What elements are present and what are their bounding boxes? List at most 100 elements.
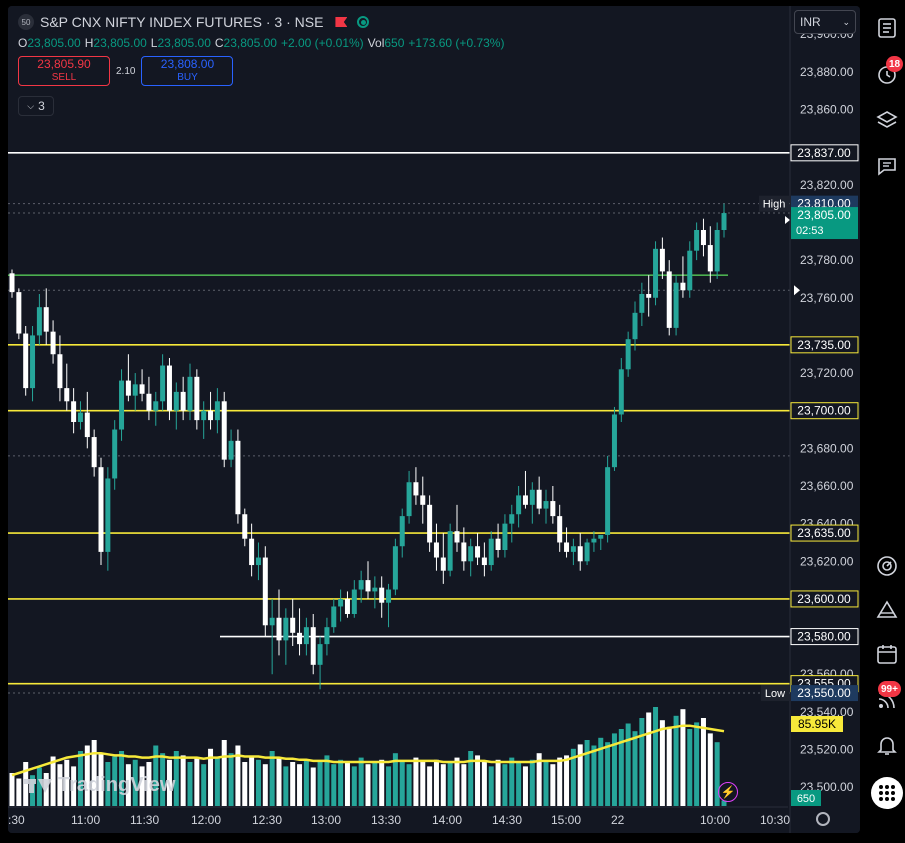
y-axis-tick-label: 23,660.00	[800, 479, 854, 493]
x-axis-tick-label: 15:00	[551, 813, 581, 827]
ohlc-key: Vol	[367, 36, 385, 50]
volume-bar	[687, 729, 693, 806]
level-price-label: 23,600.00	[797, 592, 851, 606]
candle-body	[488, 538, 494, 566]
candle-body	[351, 589, 357, 614]
ohlc-value: 23,805.00	[223, 36, 277, 50]
grid-icon	[879, 785, 895, 801]
candle-body	[625, 339, 631, 370]
y-axis-tick-label: 23,780.00	[800, 253, 854, 267]
bell-icon[interactable]	[875, 733, 899, 757]
volume-bar	[406, 764, 412, 806]
candle-body	[201, 410, 207, 421]
y-axis-tick-label: 23,520.00	[800, 743, 854, 757]
candle-body	[433, 542, 439, 558]
volume-bar	[707, 733, 713, 806]
volume-bar	[214, 756, 220, 806]
candle-body	[666, 271, 672, 328]
ohlc-item: H23,805.00	[85, 36, 147, 50]
list-icon[interactable]	[875, 16, 899, 40]
volume-bar	[297, 764, 303, 806]
y-axis-tick-label: 23,620.00	[800, 554, 854, 568]
x-axis-tick-label: 13:30	[371, 813, 401, 827]
lightning-icon[interactable]: ⚡	[718, 782, 738, 802]
volume-bar	[255, 759, 261, 806]
x-axis-tick-label: 14:00	[432, 813, 462, 827]
indicator-count: 3	[38, 99, 45, 113]
ohlc-item: +2.00 (+0.01%)	[281, 36, 364, 50]
low-tag: Low	[765, 688, 785, 700]
level-price-label: 23,735.00	[797, 338, 851, 352]
candle-body	[653, 248, 659, 298]
chevron-down-icon: ⌵	[27, 100, 35, 111]
candle-body	[221, 401, 227, 460]
candle-body	[694, 230, 700, 251]
chart-canvas[interactable]: 23,900.0023,880.0023,860.0023,820.0023,7…	[8, 6, 860, 833]
triangle-icon[interactable]	[875, 598, 899, 622]
volume-bar	[427, 766, 433, 806]
candle-body	[283, 617, 289, 641]
volume-bar	[509, 757, 515, 806]
volume-bar	[351, 766, 357, 806]
compass-icon[interactable]	[875, 554, 899, 578]
buy-button[interactable]: 23,808.00 BUY	[141, 56, 234, 86]
indicators-toggle-button[interactable]: ⌵ 3	[18, 96, 54, 116]
flag-icon[interactable]	[335, 17, 348, 27]
volume-bar	[625, 723, 631, 806]
candle-body	[536, 489, 542, 509]
ohlc-key: C	[214, 36, 224, 50]
candle-body	[413, 482, 419, 496]
candle-body	[64, 388, 70, 402]
volume-bar	[9, 773, 15, 806]
volume-bar	[516, 762, 522, 806]
candle-body	[659, 248, 665, 272]
volume-bar	[242, 762, 248, 806]
currency-select[interactable]: INR ⌄	[794, 10, 856, 34]
volume-bar	[550, 764, 556, 806]
candle-body	[680, 282, 686, 291]
chat-icon[interactable]	[875, 154, 899, 178]
candle-body	[36, 307, 42, 336]
candle-body	[454, 531, 460, 543]
volume-bar	[659, 720, 665, 806]
volume-bar	[344, 762, 350, 806]
volume-bar	[666, 726, 672, 806]
volume-bar	[639, 718, 645, 806]
chart-background	[8, 6, 860, 833]
sell-button[interactable]: 23,805.90 SELL	[18, 56, 110, 86]
x-axis-tick-label: 22	[611, 813, 625, 827]
volume-bar	[481, 762, 487, 806]
symbol-header[interactable]: 50 S&P CNX NIFTY INDEX FUTURES · 3 · NSE	[18, 14, 370, 30]
candle-body	[372, 587, 378, 592]
volume-bar	[475, 755, 481, 806]
chart-pane[interactable]: 23,900.00 23,880.00 23,860.00 23,820.00 23,7…	[8, 6, 860, 833]
volume-bar	[331, 764, 337, 806]
candle-body	[461, 542, 467, 562]
calendar-icon[interactable]	[875, 642, 899, 666]
candle-body	[91, 437, 97, 468]
x-axis-tick-label: 11:30	[130, 813, 159, 827]
layers-icon[interactable]	[875, 108, 899, 132]
ohlc-key: O	[18, 36, 28, 50]
ohlc-legend: O23,805.00 H23,805.00 L23,805.00 C23,805.00…	[18, 36, 504, 50]
volume-bar	[564, 755, 570, 806]
volume-bar	[290, 762, 296, 806]
candle-body	[522, 495, 528, 505]
candle-body	[427, 504, 433, 543]
candle-body	[550, 501, 556, 517]
volume-ma-label: 85.95K	[798, 717, 836, 731]
candle-body	[707, 245, 713, 272]
broadcast-badge: 99+	[878, 681, 901, 697]
candle-body	[721, 213, 727, 230]
candle-body	[276, 617, 282, 641]
settings-gear-icon[interactable]	[816, 812, 830, 826]
candle-body	[187, 376, 193, 411]
apps-grid-button[interactable]	[871, 777, 903, 809]
symbol-title[interactable]: S&P CNX NIFTY INDEX FUTURES · 3 · NSE	[40, 14, 323, 30]
candle-body	[242, 514, 248, 539]
volume-bar	[194, 757, 200, 806]
volume-bar	[529, 759, 535, 806]
bar-countdown: 02:53	[796, 225, 824, 237]
volume-bar	[386, 766, 392, 806]
candle-body	[112, 429, 118, 479]
